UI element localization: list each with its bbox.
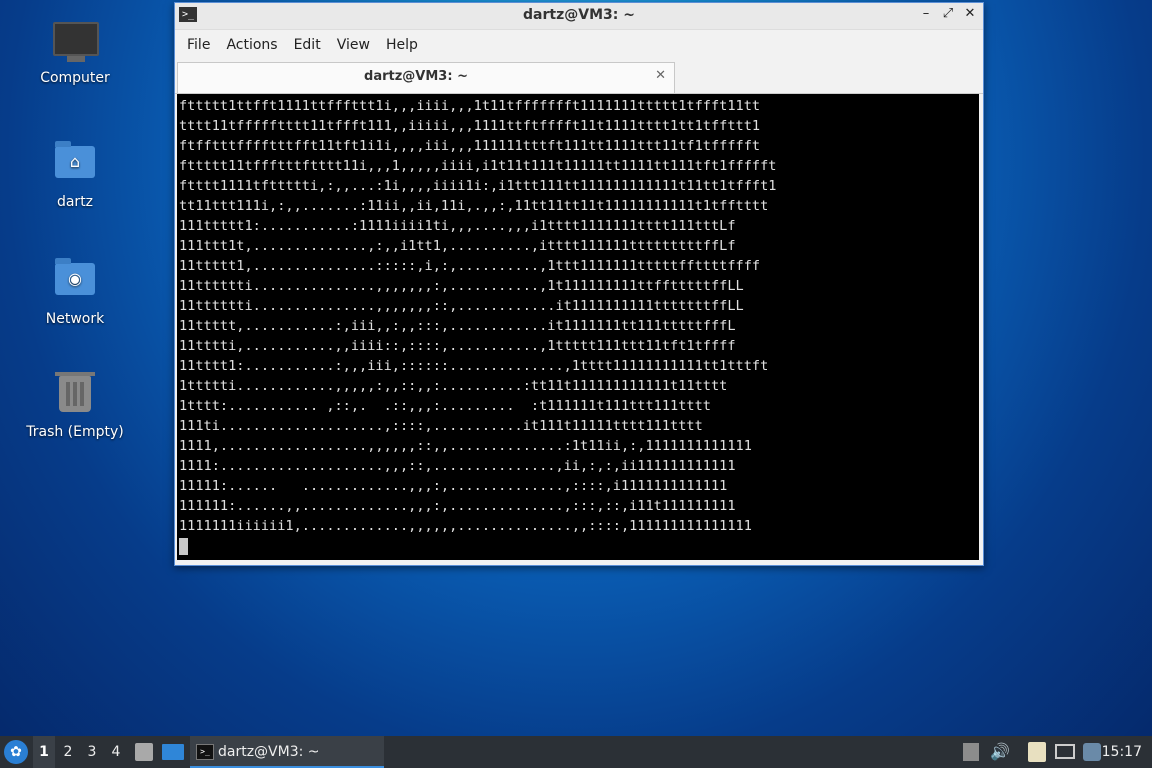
- terminal-line: tttt11tffffftttt11tffft111,,iiiii,,,1111…: [179, 118, 761, 134]
- terminal-line: fttttt11tffftttftttt11i,,,1,,,,,iiii,i1t…: [179, 158, 777, 174]
- terminal-line: ftfftttfffftttfft11tft1i1i,,,,iii,,,1111…: [179, 138, 761, 154]
- terminal-line: 11tttttti...............,,,,,,,::,......…: [179, 298, 744, 314]
- workspace-3[interactable]: 3: [81, 736, 103, 768]
- menu-file[interactable]: File: [179, 37, 218, 53]
- desktop-icon-home[interactable]: ⌂ dartz: [15, 140, 135, 210]
- workspace-4[interactable]: 4: [105, 736, 127, 768]
- terminal-line: 11tttttti...............,,,,,,,:,.......…: [179, 278, 744, 294]
- menu-actions[interactable]: Actions: [218, 37, 285, 53]
- close-button[interactable]: ✕: [963, 6, 977, 21]
- clipboard-icon[interactable]: [1028, 742, 1046, 762]
- trash-icon: [53, 372, 97, 420]
- desktop-icon-network[interactable]: ◉ Network: [15, 257, 135, 327]
- terminal-cursor: [179, 537, 188, 555]
- computer-icon: [53, 22, 99, 66]
- window-title: dartz@VM3: ~: [523, 7, 635, 23]
- terminal-line: fttttt1ttfft1111ttfffttt1i,,,iiii,,,1t11…: [179, 98, 761, 114]
- tab-label: dartz@VM3: ~: [364, 69, 468, 84]
- tab-close-icon[interactable]: ✕: [655, 68, 666, 83]
- clock[interactable]: 15:17: [1102, 736, 1142, 768]
- notification-icon[interactable]: [1083, 743, 1101, 761]
- menu-view[interactable]: View: [329, 37, 378, 53]
- desktop-icon-label: Trash (Empty): [26, 424, 124, 440]
- tab-bar: dartz@VM3: ~ ✕: [175, 60, 983, 94]
- terminal-line: 1ttttti............,,,,,:,,::,,:........…: [179, 378, 728, 394]
- terminal-output[interactable]: fttttt1ttfft1111ttfffttt1i,,,iiii,,,1t11…: [177, 94, 979, 560]
- minimize-button[interactable]: –: [919, 6, 933, 21]
- show-desktop-icon[interactable]: [162, 744, 184, 760]
- network-folder-icon: ◉: [53, 258, 97, 307]
- network-status-icon[interactable]: [1055, 744, 1075, 759]
- home-folder-icon: ⌂: [53, 141, 97, 190]
- terminal-line: 111ttt1t,..............,:,,i1tt1,.......…: [179, 238, 736, 254]
- terminal-line: 1tttt:........... ,::,. .::,,,:.........…: [179, 398, 711, 414]
- file-manager-icon[interactable]: [135, 743, 153, 761]
- terminal-line: 1111,..................,,,,,,::,,.......…: [179, 438, 752, 454]
- taskbar: ✿ 1 2 3 4 >_ dartz@VM3: ~ 🔊 15:17: [0, 736, 1152, 768]
- desktop-icon-label: dartz: [56, 194, 94, 210]
- terminal-line: 111111:......,,.............,,,:,.......…: [179, 498, 736, 514]
- taskbar-window-label: dartz@VM3: ~: [218, 744, 320, 760]
- menu-edit[interactable]: Edit: [286, 37, 329, 53]
- terminal-line: 11tttti,...........,,iiii::,::::,.......…: [179, 338, 736, 354]
- desktop-icon-label: Computer: [40, 70, 110, 86]
- desktop-icon-computer[interactable]: Computer: [15, 22, 135, 86]
- workspace-2[interactable]: 2: [57, 736, 79, 768]
- terminal-line: 11tttt1:...........:,,,iii,::::::.......…: [179, 358, 769, 374]
- desktop-icon-label: Network: [45, 311, 105, 327]
- terminal-line: tt11ttt111i,:,,.......:11ii,,ii,11i,.,,:…: [179, 198, 769, 214]
- terminal-line: 11ttttt1,...............:::::,i,:,......…: [179, 258, 761, 274]
- menu-help[interactable]: Help: [378, 37, 426, 53]
- workspace-1[interactable]: 1: [33, 736, 55, 768]
- volume-icon[interactable]: 🔊: [990, 744, 1010, 760]
- eject-icon[interactable]: [963, 743, 979, 761]
- terminal-line: 11ttttt,...........:,iii,,:,,:::,.......…: [179, 318, 736, 334]
- taskbar-window-terminal[interactable]: >_ dartz@VM3: ~: [190, 736, 384, 768]
- tab-terminal[interactable]: dartz@VM3: ~ ✕: [177, 62, 675, 93]
- window-titlebar[interactable]: >_ dartz@VM3: ~ – ⤢ ✕: [175, 3, 983, 30]
- menu-bar: File Actions Edit View Help: [175, 30, 983, 60]
- terminal-icon: >_: [196, 744, 214, 760]
- terminal-line: 111ti....................,::::,.........…: [179, 418, 703, 434]
- maximize-button[interactable]: ⤢: [941, 6, 955, 21]
- terminal-text: fttttt1ttfft1111ttfffttt1i,,,iiii,,,1t11…: [177, 94, 979, 556]
- terminal-window: >_ dartz@VM3: ~ – ⤢ ✕ File Actions Edit …: [174, 2, 984, 566]
- desktop-icon-trash[interactable]: Trash (Empty): [15, 372, 135, 440]
- terminal-line: ftttt1111tfttttti,:,,...:1i,,,,iiii1i:,i…: [179, 178, 777, 194]
- terminal-line: 11111:...... .............,,,:,.........…: [179, 478, 728, 494]
- terminal-line: 111ttttt1:...........:1111iiii1ti,,,....…: [179, 218, 736, 234]
- terminal-line: 1111111iiiiii1,.............,,,,,,......…: [179, 518, 752, 534]
- app-menu-icon[interactable]: ✿: [4, 740, 28, 764]
- terminal-line: 1111:....................,,,::,.........…: [179, 458, 736, 474]
